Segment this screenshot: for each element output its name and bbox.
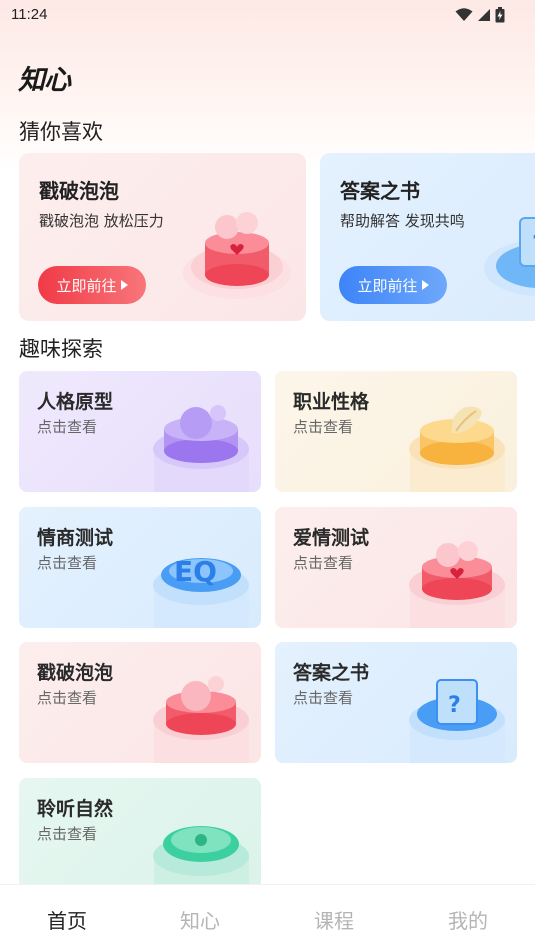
explore-card-career-personality[interactable]: 职业性格 点击查看 [275,371,517,492]
recommend-card-subtitle: 戳破泡泡 放松压力 [39,212,164,230]
bottom-tab-bar: 首页 知心 课程 我的 [0,884,535,951]
status-icons [455,7,505,23]
wifi-icon [455,8,473,21]
bubble-heart-illustration [183,212,291,299]
card-title: 答案之书 [293,662,370,684]
recommend-card-title: 答案之书 [340,179,420,203]
tab-home[interactable]: 首页 [37,905,97,934]
card-title: 情商测试 [37,527,114,549]
card-subtitle: 点击查看 [293,418,354,436]
card-subtitle: 点击查看 [293,689,354,707]
recommend-card-bubbles[interactable]: 戳破泡泡 戳破泡泡 放松压力 立即前往 [19,153,306,321]
status-bar: 11:24 [0,0,535,30]
tab-zhixin[interactable]: 知心 [170,905,230,934]
card-subtitle: 点击查看 [37,554,98,572]
battery-icon [495,7,505,23]
card-subtitle: 点击查看 [37,825,98,843]
card-title: 爱情测试 [293,527,370,549]
section-title-recommend: 猜你喜欢 [19,120,103,144]
nature-disc-illustration [153,826,249,884]
explore-card-listen-nature[interactable]: 聆听自然 点击查看 [19,778,261,884]
explore-card-love-test[interactable]: 爱情测试 点击查看 [275,507,517,628]
play-arrow-icon [120,280,128,290]
svg-text:EQ: EQ [174,555,217,588]
leaf-illustration [409,406,505,492]
question-book-illustration: ? [409,679,505,763]
explore-card-eq-test[interactable]: 情商测试 点击查看 EQ [19,507,261,628]
go-button[interactable]: 立即前往 [339,266,447,304]
status-time: 11:24 [11,6,48,23]
card-title: 戳破泡泡 [37,662,114,684]
card-subtitle: 点击查看 [293,554,354,572]
answer-book-illustration: ? [484,217,535,296]
svg-text:?: ? [448,693,461,718]
purple-bubble-illustration [153,405,249,492]
app-logo: 知心 [18,65,71,96]
explore-card-answer-book[interactable]: 答案之书 点击查看 ? [275,642,517,763]
card-subtitle: 点击查看 [37,689,98,707]
go-button-label: 立即前往 [357,276,418,295]
section-title-explore: 趣味探索 [19,337,103,361]
explore-card-personality-archetype[interactable]: 人格原型 点击查看 [19,371,261,492]
play-arrow-icon [421,280,429,290]
heart-illustration [409,541,505,628]
card-subtitle: 点击查看 [37,418,98,436]
recommend-card-subtitle: 帮助解答 发现共鸣 [340,212,465,230]
tab-courses[interactable]: 课程 [304,905,364,934]
card-title: 人格原型 [37,391,114,413]
go-button[interactable]: 立即前往 [38,266,146,304]
card-title: 职业性格 [293,391,370,413]
recommend-card-title: 戳破泡泡 [39,179,119,203]
tab-mine[interactable]: 我的 [438,905,498,934]
eq-illustration: EQ [153,555,249,628]
go-button-label: 立即前往 [56,276,117,295]
explore-card-pop-bubbles[interactable]: 戳破泡泡 点击查看 [19,642,261,763]
recommend-carousel[interactable]: 戳破泡泡 戳破泡泡 放松压力 立即前往 答案之书 帮助解答 发现共鸣 立即前往 [0,153,535,323]
recommend-card-answer-book[interactable]: 答案之书 帮助解答 发现共鸣 立即前往 ? [320,153,535,321]
pink-bubble-illustration [153,676,249,763]
signal-icon [478,9,490,21]
card-title: 聆听自然 [37,798,114,820]
